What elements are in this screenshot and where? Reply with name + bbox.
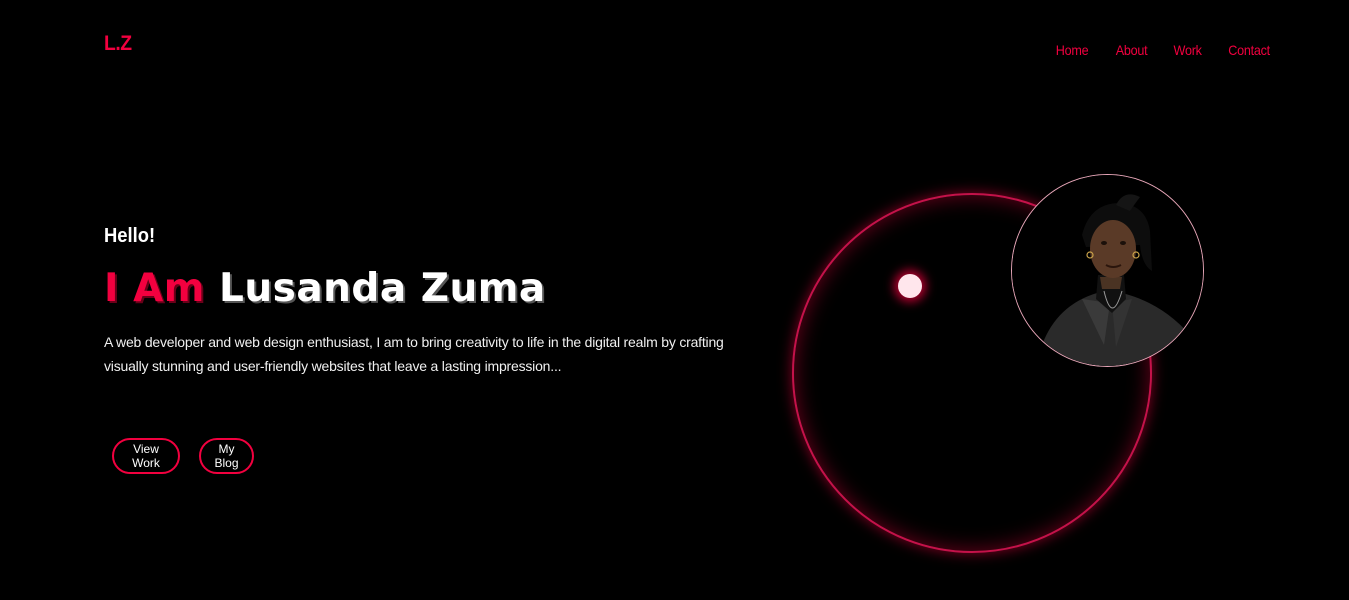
view-work-button[interactable]: View Work <box>112 438 180 474</box>
portrait-photo <box>1012 175 1203 366</box>
hero-headline: I Am Lusanda Zuma <box>104 266 546 311</box>
hero-description: A web developer and web design enthusias… <box>104 334 724 374</box>
nav-about-link[interactable]: About <box>1115 42 1147 58</box>
headline-name: Lusanda Zuma <box>219 266 546 311</box>
nav-contact-link[interactable]: Contact <box>1228 42 1270 58</box>
glow-dot <box>898 274 922 298</box>
portfolio-hero-page: L.Z Home About Work Contact Hello! I Am … <box>0 0 1349 600</box>
main-nav: Home About Work Contact <box>1054 42 1272 58</box>
my-blog-button[interactable]: My Blog <box>199 438 254 474</box>
nav-home-link[interactable]: Home <box>1056 42 1089 58</box>
headline-prefix: I Am <box>104 266 205 311</box>
nav-work-link[interactable]: Work <box>1173 42 1201 58</box>
site-logo[interactable]: L.Z <box>104 32 132 56</box>
hero-greeting: Hello! <box>104 225 156 247</box>
profile-avatar <box>1011 174 1204 367</box>
